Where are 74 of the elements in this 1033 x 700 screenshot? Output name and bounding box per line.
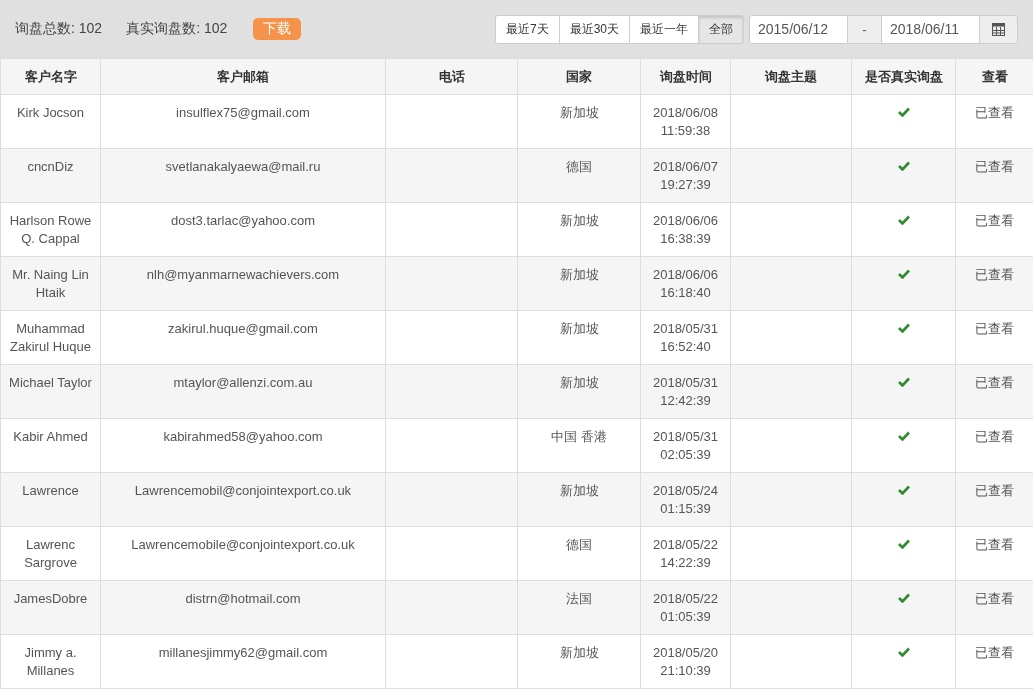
country: 新加坡: [559, 104, 599, 122]
inquiry-time: 2018/06/07 19:27:39: [651, 158, 720, 194]
range-button[interactable]: 最近7天: [495, 15, 559, 43]
customer-email: Lawrencemobile@conjointexport.co.uk: [131, 536, 355, 554]
customer-email: mtaylor@allenzi.com.au: [173, 374, 313, 392]
customer-name: Lawrence: [22, 482, 79, 500]
customer-email: millanesjimmy62@gmail.com: [158, 644, 328, 662]
viewed-status: 已查看: [975, 374, 1014, 392]
viewed-status: 已查看: [975, 158, 1014, 176]
customer-name: Jimmy a. Millanes: [23, 644, 78, 680]
customer-name: Muhammad Zakirul Huque: [9, 320, 92, 356]
inquiry-time: 2018/05/31 16:52:40: [651, 320, 720, 356]
country: 德国: [566, 536, 592, 554]
country: 新加坡: [559, 266, 599, 284]
customer-name: Mr. Naing Lin Htaik: [11, 266, 90, 302]
column-header: 是否真实询盘: [851, 58, 956, 95]
column-header: 询盘主题: [730, 58, 852, 95]
viewed-status: 已查看: [975, 428, 1014, 446]
inquiry-time: 2018/05/31 02:05:39: [651, 428, 720, 464]
viewed-status: 已查看: [975, 320, 1014, 338]
customer-name: Kirk Jocson: [16, 104, 85, 122]
inquiry-time: 2018/05/20 21:10:39: [651, 644, 720, 680]
country: 法国: [566, 590, 592, 608]
country: 中国 香港: [551, 428, 607, 446]
column-header: 查看: [955, 58, 1033, 95]
customer-name: JamesDobre: [13, 590, 88, 608]
customer-email: nlh@myanmarnewachievers.com: [146, 266, 340, 284]
inquiry-time: 2018/05/31 12:42:39: [651, 374, 720, 410]
summary-count: 询盘总数: 102: [15, 20, 103, 38]
country: 新加坡: [559, 482, 599, 500]
customer-name: Kabir Ahmed: [13, 428, 88, 446]
inquiry-time: 2018/06/06 16:18:40: [651, 266, 720, 302]
summary-count: 真实询盘数: 102: [126, 20, 228, 38]
end-date-field[interactable]: 2018/06/11: [881, 14, 980, 44]
viewed-status: 已查看: [975, 104, 1014, 122]
range-button[interactable]: 最近一年: [629, 15, 698, 43]
viewed-status: 已查看: [975, 590, 1014, 608]
inquiry-time: 2018/06/08 11:59:38: [651, 104, 720, 140]
customer-email: Lawrencemobil@conjointexport.co.uk: [134, 482, 352, 500]
customer-name: cncnDiz: [27, 158, 74, 176]
calendar-button[interactable]: [980, 14, 1018, 44]
viewed-status: 已查看: [975, 212, 1014, 230]
customer-name: Harlson Rowe Q. Cappal: [8, 212, 93, 248]
customer-email: kabirahmed58@yahoo.com: [163, 428, 323, 446]
inquiry-time: 2018/05/22 01:05:39: [651, 590, 720, 626]
range-button[interactable]: 最近30天: [558, 15, 629, 43]
inquiry-time: 2018/05/24 01:15:39: [651, 482, 720, 518]
country: 新加坡: [559, 320, 599, 338]
calendar-icon: [992, 22, 1005, 36]
customer-email: dost3.tarlac@yahoo.com: [171, 212, 315, 230]
viewed-status: 已查看: [975, 644, 1014, 662]
customer-name: Lawrenc Sargrove: [23, 536, 78, 572]
viewed-status: 已查看: [975, 266, 1014, 284]
column-header: 客户名字: [0, 58, 101, 95]
inquiry-time: 2018/06/06 16:38:39: [651, 212, 720, 248]
column-header: 电话: [385, 58, 518, 95]
customer-email: svetlanakalyaewa@mail.ru: [165, 158, 321, 176]
range-button[interactable]: 全部: [698, 15, 743, 43]
customer-name: Michael Taylor: [9, 374, 92, 392]
country: 新加坡: [559, 212, 599, 230]
column-header: 国家: [517, 58, 641, 95]
country: 德国: [566, 158, 592, 176]
column-header: 客户邮箱: [100, 58, 386, 95]
column-header: 询盘时间: [640, 58, 731, 95]
customer-email: zakirul.huque@gmail.com: [168, 320, 318, 338]
customer-email: distrn@hotmail.com: [185, 590, 301, 608]
date-separator: -: [848, 14, 881, 44]
customer-email: insulflex75@gmail.com: [176, 104, 310, 122]
viewed-status: 已查看: [975, 482, 1014, 500]
inquiry-time: 2018/05/22 14:22:39: [651, 536, 720, 572]
country: 新加坡: [559, 644, 599, 662]
start-date-field[interactable]: 2015/06/12: [749, 14, 848, 44]
viewed-status: 已查看: [975, 536, 1014, 554]
country: 新加坡: [559, 374, 599, 392]
